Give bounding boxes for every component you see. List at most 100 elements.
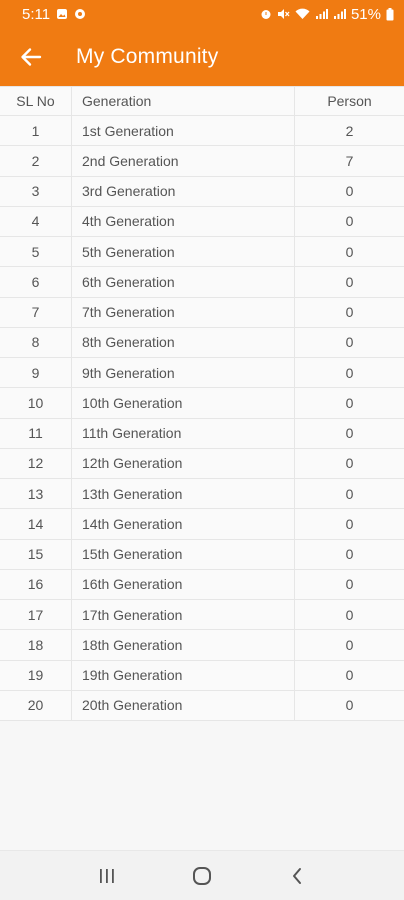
cell-sl-no: 11 [0,418,72,448]
cell-generation: 2nd Generation [72,146,295,176]
cell-sl-no: 20 [0,690,72,720]
cell-person: 0 [345,364,354,381]
table-row: 18 18th Generation 0 [0,630,404,661]
settings-alt-icon [74,8,86,20]
cell-sl-no: 9 [0,358,72,388]
table-row: 17 17th Generation 0 [0,600,404,631]
back-icon [292,867,301,884]
table-row: 9 9th Generation 0 [0,358,404,389]
table-row: 15 15th Generation 0 [0,539,404,570]
cell-person: 0 [345,667,354,684]
table-row: 13 13th Generation 0 [0,479,404,510]
cell-person: 0 [345,485,354,502]
header-sl-no: SL No [0,87,72,115]
cell-person: 0 [345,273,354,290]
table-row: 6 6th Generation 0 [0,267,404,298]
cell-generation: 9th Generation [72,358,295,388]
cell-generation: 11th Generation [72,418,295,448]
recent-apps-button[interactable] [87,856,127,896]
cell-sl-no: 7 [0,297,72,327]
cell-generation: 19th Generation [72,660,295,690]
cell-sl-no: 3 [0,176,72,206]
table-row: 7 7th Generation 0 [0,297,404,328]
arrow-left-icon [21,48,42,66]
cell-person: 0 [345,606,354,623]
cell-person: 0 [345,425,354,442]
cell-generation: 10th Generation [72,388,295,418]
cell-sl-no: 6 [0,267,72,297]
cell-person: 0 [345,394,354,411]
cell-sl-no: 13 [0,479,72,509]
header-generation: Generation [72,87,295,115]
recent-apps-icon [100,868,115,883]
cell-generation: 12th Generation [72,448,295,478]
cell-person: 0 [345,636,354,653]
cell-generation: 5th Generation [72,237,295,267]
signal-icon [315,8,328,20]
table-row: 3 3rd Generation 0 [0,176,404,207]
cell-person: 0 [345,455,354,472]
gallery-icon [56,8,68,20]
cell-generation: 7th Generation [72,297,295,327]
cell-generation: 18th Generation [72,630,295,660]
cell-generation: 14th Generation [72,509,295,539]
cell-person: 0 [345,213,354,230]
cell-sl-no: 16 [0,569,72,599]
table-row: 1 1st Generation 2 [0,116,404,147]
cell-sl-no: 12 [0,448,72,478]
status-time: 5:11 [22,5,51,23]
wifi-icon [295,8,310,20]
cell-person: 0 [345,546,354,563]
cell-generation: 17th Generation [72,600,295,630]
table-row: 20 20th Generation 0 [0,690,404,721]
header-person: Person [327,93,372,109]
cell-sl-no: 8 [0,327,72,357]
cell-generation: 4th Generation [72,206,295,236]
cell-person: 0 [345,515,354,532]
cell-sl-no: 10 [0,388,72,418]
table-row: 2 2nd Generation 7 [0,146,404,177]
table-row: 16 16th Generation 0 [0,569,404,600]
table-row: 4 4th Generation 0 [0,206,404,237]
cell-sl-no: 19 [0,660,72,690]
battery-icon [386,7,394,21]
cell-generation: 13th Generation [72,479,295,509]
table-row: 19 19th Generation 0 [0,660,404,691]
cell-generation: 3rd Generation [72,176,295,206]
alarm-icon [260,8,272,20]
table-row: 8 8th Generation 0 [0,327,404,358]
back-nav-button[interactable] [277,856,317,896]
cell-generation: 6th Generation [72,267,295,297]
back-button[interactable] [16,42,46,72]
table-row: 5 5th Generation 0 [0,237,404,268]
cell-generation: 20th Generation [72,690,295,720]
cell-person: 0 [345,183,354,200]
navigation-bar [0,850,404,900]
app-bar: My Community [0,28,404,86]
cell-sl-no: 14 [0,509,72,539]
cell-generation: 16th Generation [72,569,295,599]
cell-person: 0 [345,304,354,321]
cell-sl-no: 17 [0,600,72,630]
page-title: My Community [76,45,219,68]
cell-person: 0 [345,576,354,593]
cell-sl-no: 1 [0,116,72,146]
cell-sl-no: 15 [0,539,72,569]
table-row: 12 12th Generation 0 [0,448,404,479]
cell-person: 7 [345,152,354,169]
cell-person: 0 [345,334,354,351]
table-row: 11 11th Generation 0 [0,418,404,449]
home-icon [192,866,211,885]
cell-person: 0 [345,697,354,714]
cell-person: 0 [345,243,354,260]
cell-generation: 15th Generation [72,539,295,569]
mute-icon [277,8,290,20]
cell-sl-no: 4 [0,206,72,236]
table-row: 14 14th Generation 0 [0,509,404,540]
table-header: SL No Generation Person [0,86,404,116]
cell-sl-no: 5 [0,237,72,267]
cell-sl-no: 18 [0,630,72,660]
signal-icon-2 [333,8,346,20]
status-bar: 5:11 51% [0,0,404,28]
home-button[interactable] [182,856,222,896]
